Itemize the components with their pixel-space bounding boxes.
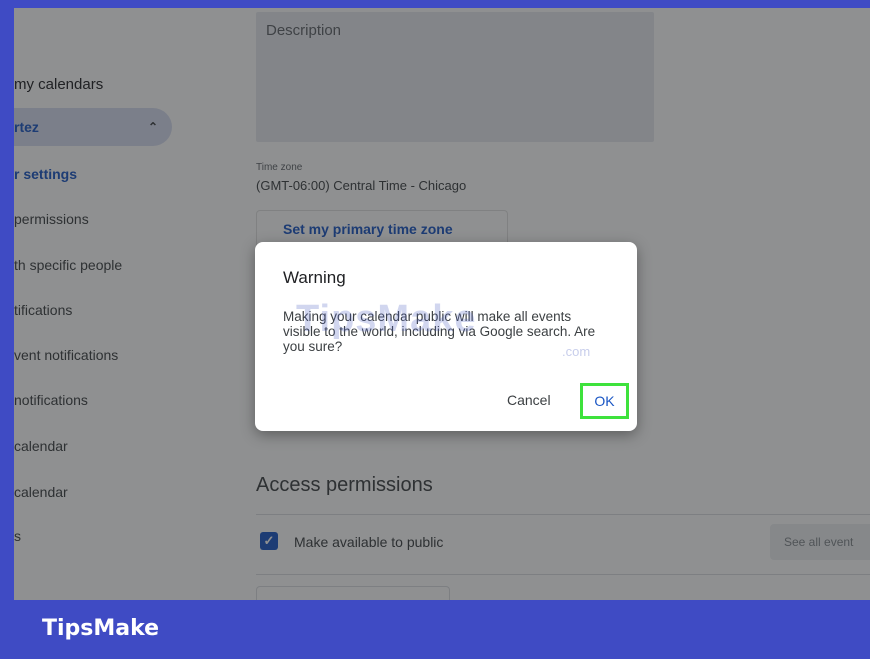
footer-bar: TipsMake — [0, 600, 870, 659]
dialog-title: Warning — [283, 268, 346, 287]
brand-logo: TipsMake — [42, 616, 160, 641]
frame-left-border — [0, 0, 14, 600]
ok-button[interactable]: OK — [580, 383, 629, 419]
app-screen: my calendars rtez ⌃ r settings permissio… — [14, 8, 870, 600]
cancel-button[interactable]: Cancel — [507, 392, 551, 408]
frame-top-border — [0, 0, 870, 8]
watermark-text: TipsMake — [296, 298, 477, 340]
watermark-suffix: .com — [562, 344, 591, 359]
